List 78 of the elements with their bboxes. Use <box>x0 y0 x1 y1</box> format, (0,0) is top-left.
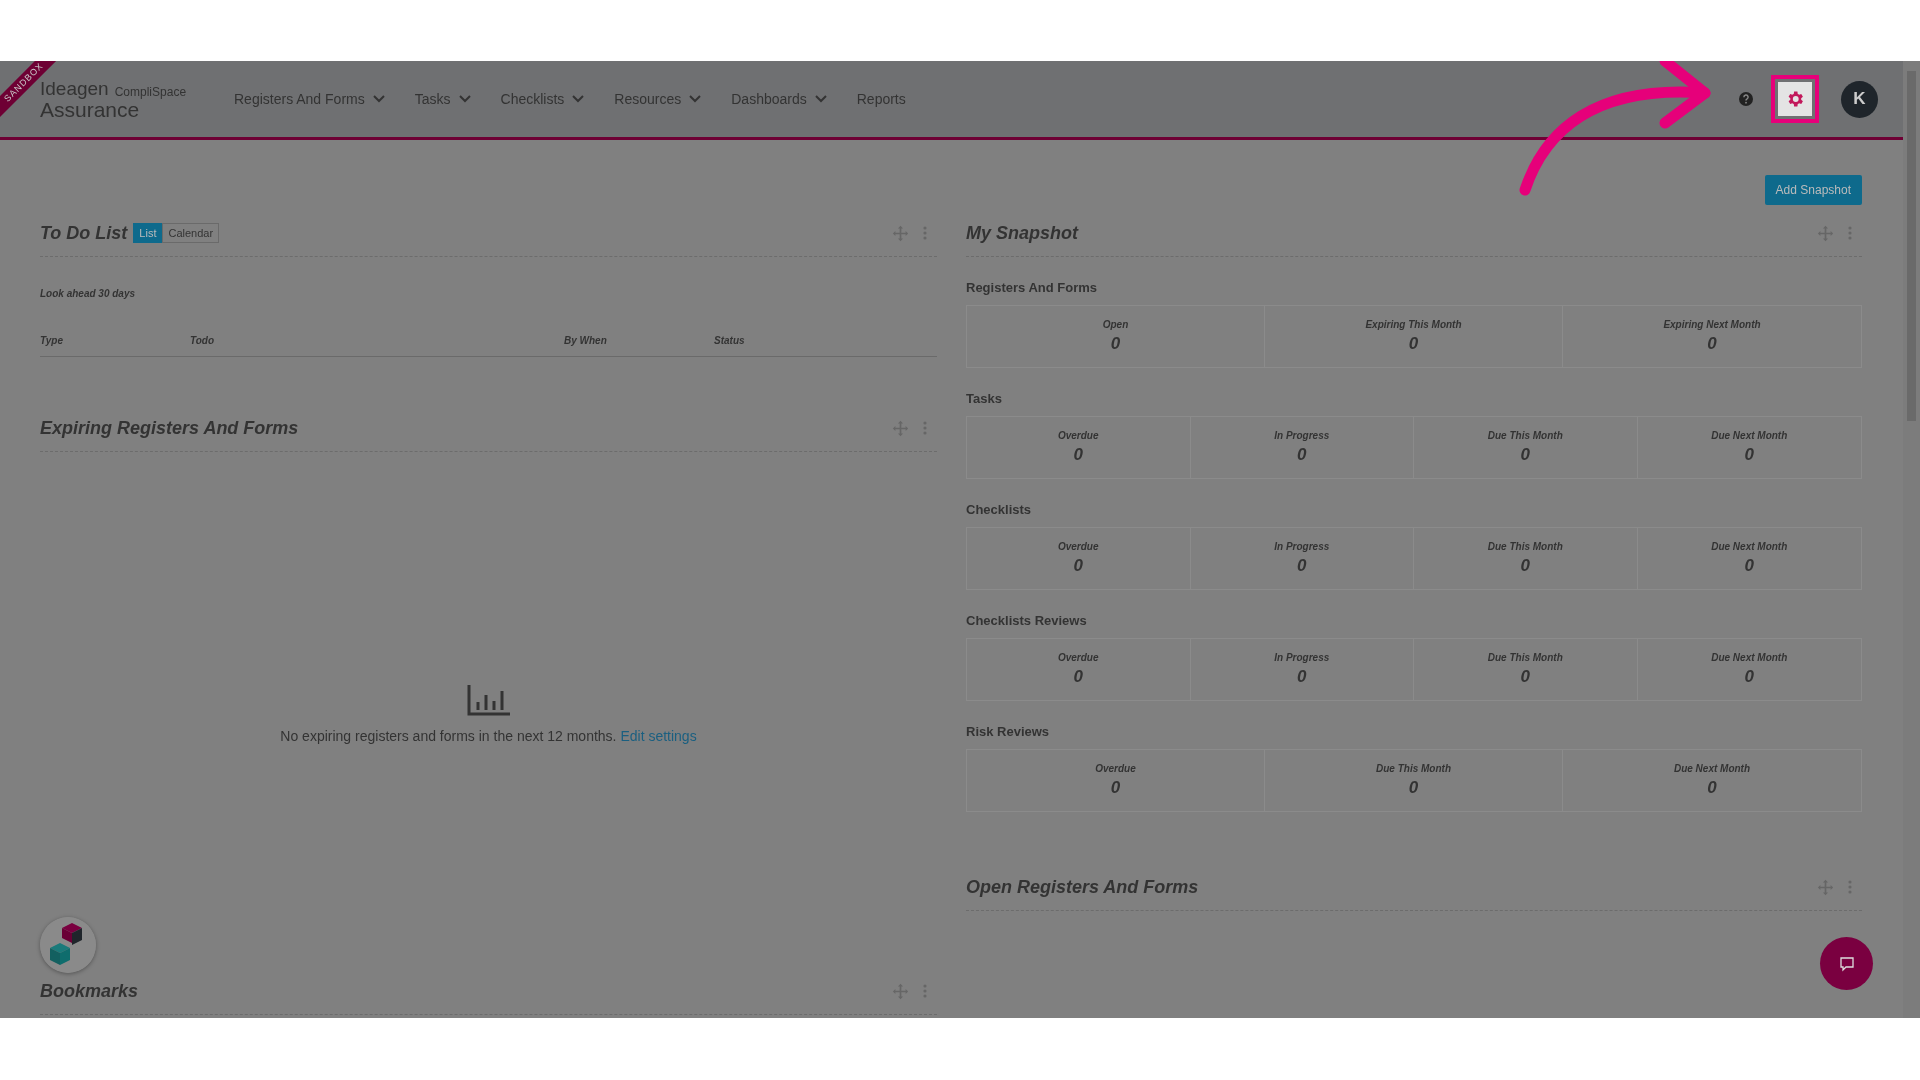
stat-value: 0 <box>1744 556 1754 576</box>
stat-value: 0 <box>1707 778 1717 798</box>
stat-label: In Progress <box>1274 541 1330 552</box>
logo-product: CompliSpace <box>114 85 187 98</box>
stat-label: Overdue <box>1095 763 1136 774</box>
stat-value: 0 <box>1297 556 1307 576</box>
nav-item[interactable]: Resources <box>614 91 702 107</box>
help-icon[interactable] <box>1739 92 1753 106</box>
view-tab[interactable]: Calendar <box>162 223 220 243</box>
move-icon[interactable] <box>1817 878 1834 896</box>
help-chat-button[interactable] <box>1820 937 1873 990</box>
widget-title: My Snapshot <box>966 222 1078 244</box>
section-title: Checklists <box>966 502 1033 517</box>
stat-value: 0 <box>1744 445 1754 465</box>
logo-brand: Ideagen <box>40 78 109 98</box>
stat-value: 0 <box>1110 778 1121 798</box>
stat-label: Open <box>1102 319 1129 330</box>
stat-label: Overdue <box>1057 430 1099 441</box>
app-logo-icon[interactable] <box>40 917 96 973</box>
stat-value: 0 <box>1707 334 1717 354</box>
bar-chart-icon <box>466 684 511 716</box>
stat-value: 0 <box>1744 667 1754 687</box>
widget-title: Expiring Registers And Forms <box>40 417 299 439</box>
logo-name: Assurance <box>40 98 140 120</box>
stat-value: 0 <box>1073 556 1083 576</box>
nav-item[interactable]: Registers And Forms <box>234 91 385 107</box>
stat-value: 0 <box>1408 778 1419 798</box>
stat-label: Overdue <box>1057 652 1099 663</box>
stat-label: Expiring This Month <box>1365 319 1462 330</box>
stat-value: 0 <box>1297 667 1307 687</box>
section-title: Tasks <box>966 391 1003 406</box>
stat-value: 0 <box>1110 334 1121 354</box>
section-title: Checklists Reviews <box>966 613 1088 628</box>
move-icon[interactable] <box>1817 224 1834 242</box>
empty-message: No expiring registers and forms in the next 12 months. Edit settings <box>280 728 697 744</box>
stat-value: 0 <box>1520 667 1530 687</box>
stat-value: 0 <box>1520 445 1530 465</box>
stat-label: Due Next Month <box>1711 430 1788 441</box>
stat-label: Due Next Month <box>1711 541 1788 552</box>
stat-value: 0 <box>1073 445 1083 465</box>
stat-label: Due This Month <box>1487 541 1563 552</box>
nav-item[interactable]: Dashboards <box>731 91 827 107</box>
stat-label: Due Next Month <box>1673 763 1751 774</box>
stat-label: In Progress <box>1274 652 1330 663</box>
move-icon[interactable] <box>892 419 909 437</box>
nav-item[interactable]: Reports <box>856 91 906 107</box>
column-header: Status <box>714 335 746 346</box>
stat-label: Due This Month <box>1376 763 1451 774</box>
widget-title: Open Registers And Forms <box>966 876 1199 898</box>
widget-title: Bookmarks <box>40 980 139 1002</box>
stat-value: 0 <box>1297 445 1307 465</box>
settings-button[interactable] <box>1778 82 1812 116</box>
edit-settings-link[interactable]: Edit settings <box>620 728 697 744</box>
chat-icon <box>1838 955 1855 972</box>
move-icon[interactable] <box>892 982 909 1000</box>
stat-value: 0 <box>1520 556 1530 576</box>
section-title: Risk Reviews <box>966 724 1051 739</box>
stat-label: Due This Month <box>1487 430 1563 441</box>
stat-value: 0 <box>1408 334 1419 354</box>
stat-value: 0 <box>1073 667 1083 687</box>
nav-item[interactable]: Tasks <box>414 91 471 107</box>
user-avatar[interactable]: K <box>1841 80 1878 118</box>
stat-label: In Progress <box>1274 430 1330 441</box>
add-snapshot-button[interactable]: Add Snapshot <box>1764 175 1862 205</box>
column-header: Todo <box>190 335 216 346</box>
look-ahead-label: Look ahead 30 days <box>40 288 137 299</box>
stat-label: Overdue <box>1057 541 1099 552</box>
view-tab[interactable]: List <box>133 223 163 243</box>
widget-title: To Do List <box>40 222 128 244</box>
nav-item[interactable]: Checklists <box>500 91 585 107</box>
stat-label: Due Next Month <box>1711 652 1788 663</box>
scrollbar[interactable] <box>1903 61 1920 1018</box>
move-icon[interactable] <box>892 224 909 242</box>
section-title: Registers And Forms <box>966 280 1098 295</box>
column-header: By When <box>564 335 608 346</box>
stat-label: Expiring Next Month <box>1663 319 1761 330</box>
column-header: Type <box>40 335 64 346</box>
stat-label: Due This Month <box>1487 652 1563 663</box>
